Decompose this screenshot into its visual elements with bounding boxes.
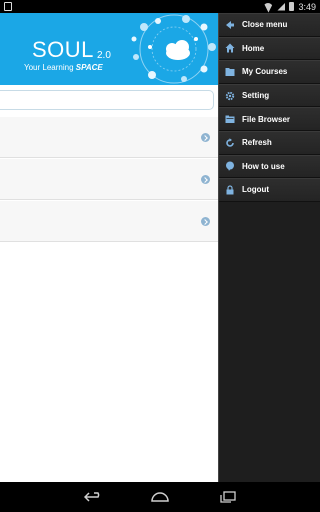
menu-item-my-courses[interactable]: My Courses: [219, 60, 320, 84]
back-icon[interactable]: [84, 488, 104, 506]
notification-icon: [4, 2, 12, 11]
brand-version: 2.0: [97, 50, 111, 61]
lock-icon: [225, 185, 235, 195]
arrow-left-icon: [225, 20, 235, 30]
signal-icon: [277, 2, 286, 11]
menu-item-label: How to use: [242, 161, 285, 171]
side-menu: Close menu Home My Courses Setting File …: [218, 13, 320, 512]
menu-item-file-browser[interactable]: File Browser: [219, 107, 320, 131]
battery-icon: [289, 2, 295, 11]
device-screen: 3:49 SOUL 2.0 Your Learning SPACE Close …: [0, 0, 320, 512]
search-box[interactable]: [0, 90, 214, 110]
app-banner: SOUL 2.0 Your Learning SPACE: [0, 13, 218, 85]
navigation-bar: [0, 482, 320, 512]
tagline-prefix: Your Learning: [24, 63, 76, 72]
list-item[interactable]: [0, 200, 218, 242]
wifi-icon: [263, 3, 273, 11]
status-indicators: 3:49: [263, 0, 316, 13]
menu-item-refresh[interactable]: Refresh: [219, 130, 320, 155]
file-folder-icon: [225, 114, 235, 124]
home-button-icon[interactable]: [150, 488, 170, 506]
brand-tagline: Your Learning SPACE: [24, 63, 103, 72]
refresh-icon: [225, 138, 235, 148]
chevron-right-icon[interactable]: [201, 175, 210, 184]
menu-item-label: Refresh: [242, 138, 272, 148]
status-bar: 3:49: [0, 0, 320, 13]
menu-item-label: My Courses: [242, 67, 288, 77]
menu-item-label: File Browser: [242, 114, 291, 124]
status-clock: 3:49: [298, 1, 316, 12]
list-item[interactable]: [0, 116, 218, 158]
menu-item-label: Setting: [242, 91, 270, 101]
home-icon: [225, 43, 235, 53]
banner-network-graphic: [131, 14, 216, 84]
menu-item-close-menu[interactable]: Close menu: [219, 13, 320, 37]
menu-item-label: Close menu: [242, 20, 288, 30]
menu-item-home[interactable]: Home: [219, 36, 320, 61]
menu-item-label: Home: [242, 43, 265, 53]
menu-item-label: Logout: [242, 185, 270, 195]
gear-icon: [225, 91, 235, 101]
menu-item-logout[interactable]: Logout: [219, 178, 320, 202]
help-bubble-icon: [225, 161, 235, 172]
menu-empty-area: [219, 201, 320, 512]
tagline-emphasis: SPACE: [75, 63, 103, 72]
chevron-right-icon[interactable]: [201, 217, 210, 226]
app-content: SOUL 2.0 Your Learning SPACE: [0, 13, 218, 482]
menu-item-setting[interactable]: Setting: [219, 83, 320, 108]
menu-item-how-to-use[interactable]: How to use: [219, 154, 320, 179]
course-list: [0, 116, 218, 242]
brand-title: SOUL: [32, 37, 94, 62]
folder-icon: [225, 67, 235, 77]
list-item[interactable]: [0, 158, 218, 200]
recent-apps-icon[interactable]: [218, 488, 238, 506]
search-input[interactable]: [0, 92, 213, 110]
chevron-right-icon[interactable]: [201, 133, 210, 142]
